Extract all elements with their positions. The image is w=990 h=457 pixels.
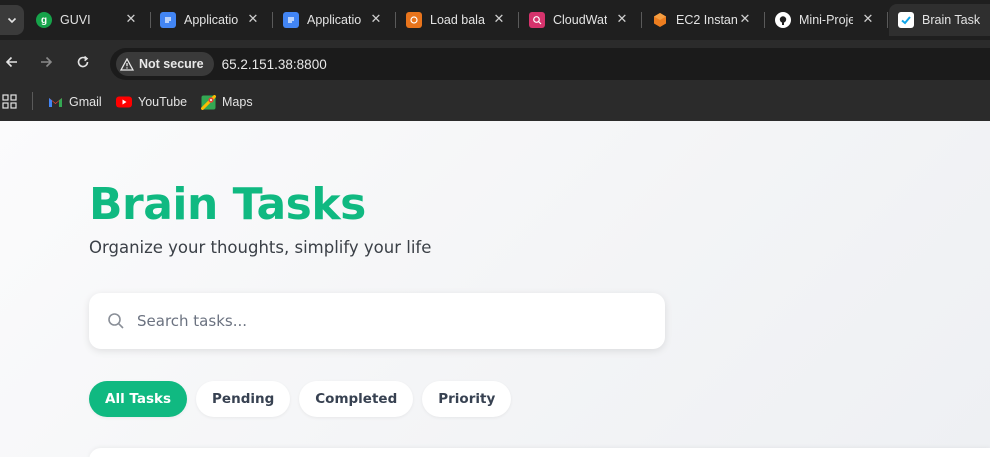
tab-separator bbox=[641, 12, 642, 28]
tab-brain-task[interactable]: Brain Task bbox=[889, 4, 990, 36]
reload-icon bbox=[77, 55, 89, 68]
address-bar[interactable]: Not secure 65.2.151.38:8800 bbox=[110, 48, 990, 80]
close-icon[interactable]: ✕ bbox=[738, 12, 752, 26]
tab-title: Applicatio bbox=[307, 13, 362, 27]
filter-tabs: All Tasks Pending Completed Priority bbox=[89, 381, 512, 417]
close-icon[interactable]: ✕ bbox=[861, 12, 875, 26]
close-icon[interactable]: ✕ bbox=[369, 12, 383, 26]
reload-button[interactable] bbox=[71, 50, 95, 74]
docs-icon bbox=[160, 12, 176, 28]
tab-title: Brain Task bbox=[922, 13, 981, 27]
tab-search-button[interactable] bbox=[0, 5, 24, 35]
filter-priority[interactable]: Priority bbox=[422, 381, 512, 417]
task-list-card bbox=[89, 448, 990, 457]
tab-separator bbox=[272, 12, 273, 28]
tab-guvi[interactable]: g GUVI ✕ bbox=[36, 4, 148, 36]
forward-button[interactable] bbox=[34, 50, 58, 74]
search-box[interactable] bbox=[89, 293, 665, 349]
tab-title: Applicatio bbox=[184, 13, 239, 27]
tab-separator bbox=[887, 12, 888, 28]
aws-ec2-icon bbox=[652, 12, 668, 28]
tab-load-balancer[interactable]: Load bala ✕ bbox=[406, 4, 516, 36]
bookmarks-bar: Gmail YouTube Maps bbox=[0, 84, 990, 121]
close-icon[interactable]: ✕ bbox=[492, 12, 506, 26]
gmail-icon bbox=[47, 94, 63, 110]
apps-grid-icon bbox=[2, 94, 17, 109]
close-icon[interactable]: ✕ bbox=[124, 12, 138, 26]
tab-strip: g GUVI ✕ Applicatio ✕ Applicatio ✕ Load … bbox=[0, 0, 990, 40]
close-icon[interactable]: ✕ bbox=[246, 12, 260, 26]
tab-separator bbox=[518, 12, 519, 28]
tab-github[interactable]: Mini-Proje ✕ bbox=[775, 4, 885, 36]
tab-title: EC2 Instan bbox=[676, 13, 738, 27]
bookmark-label: YouTube bbox=[138, 95, 188, 109]
search-icon bbox=[108, 313, 124, 329]
bookmark-label: Maps bbox=[222, 95, 253, 109]
bookmark-maps[interactable]: Maps bbox=[200, 92, 253, 112]
tab-ec2-instances[interactable]: EC2 Instan ✕ bbox=[652, 4, 762, 36]
arrow-left-icon bbox=[5, 56, 17, 68]
back-button[interactable] bbox=[0, 50, 24, 74]
close-icon[interactable]: ✕ bbox=[615, 12, 629, 26]
docs-icon bbox=[283, 12, 299, 28]
page-content: Brain Tasks Organize your thoughts, simp… bbox=[0, 121, 990, 457]
url-text[interactable]: 65.2.151.38:8800 bbox=[222, 57, 327, 72]
bookmark-label: Gmail bbox=[69, 95, 102, 109]
filter-pending[interactable]: Pending bbox=[196, 381, 291, 417]
security-chip-label: Not secure bbox=[139, 57, 204, 71]
bookmark-gmail[interactable]: Gmail bbox=[47, 92, 102, 112]
search-input[interactable] bbox=[137, 312, 617, 330]
tab-separator bbox=[150, 12, 151, 28]
arrow-right-icon bbox=[41, 56, 53, 68]
filter-completed[interactable]: Completed bbox=[299, 381, 414, 417]
tab-docs-2[interactable]: Applicatio ✕ bbox=[283, 4, 393, 36]
tab-title: GUVI bbox=[60, 13, 91, 27]
github-icon bbox=[775, 12, 791, 28]
warning-icon bbox=[120, 57, 134, 71]
tab-separator bbox=[395, 12, 396, 28]
chevron-down-icon bbox=[7, 17, 17, 24]
tab-title: Load bala bbox=[430, 13, 485, 27]
page-subtitle: Organize your thoughts, simplify your li… bbox=[89, 238, 432, 257]
tab-separator bbox=[764, 12, 765, 28]
filter-all-tasks[interactable]: All Tasks bbox=[89, 381, 188, 417]
security-chip[interactable]: Not secure bbox=[116, 52, 214, 76]
tab-title: CloudWat bbox=[553, 13, 608, 27]
aws-elb-icon bbox=[406, 12, 422, 28]
youtube-icon bbox=[116, 94, 132, 110]
maps-icon bbox=[200, 94, 216, 110]
page-title: Brain Tasks bbox=[89, 179, 366, 230]
checkmark-icon bbox=[898, 12, 914, 28]
tab-title: Mini-Proje bbox=[799, 13, 853, 27]
guvi-icon: g bbox=[36, 12, 52, 28]
bookmarks-separator bbox=[32, 92, 33, 110]
apps-button[interactable] bbox=[2, 92, 18, 112]
tab-cloudwatch[interactable]: CloudWat ✕ bbox=[529, 4, 639, 36]
aws-cloudwatch-icon bbox=[529, 12, 545, 28]
bookmark-youtube[interactable]: YouTube bbox=[116, 92, 187, 112]
tab-docs-1[interactable]: Applicatio ✕ bbox=[160, 4, 270, 36]
